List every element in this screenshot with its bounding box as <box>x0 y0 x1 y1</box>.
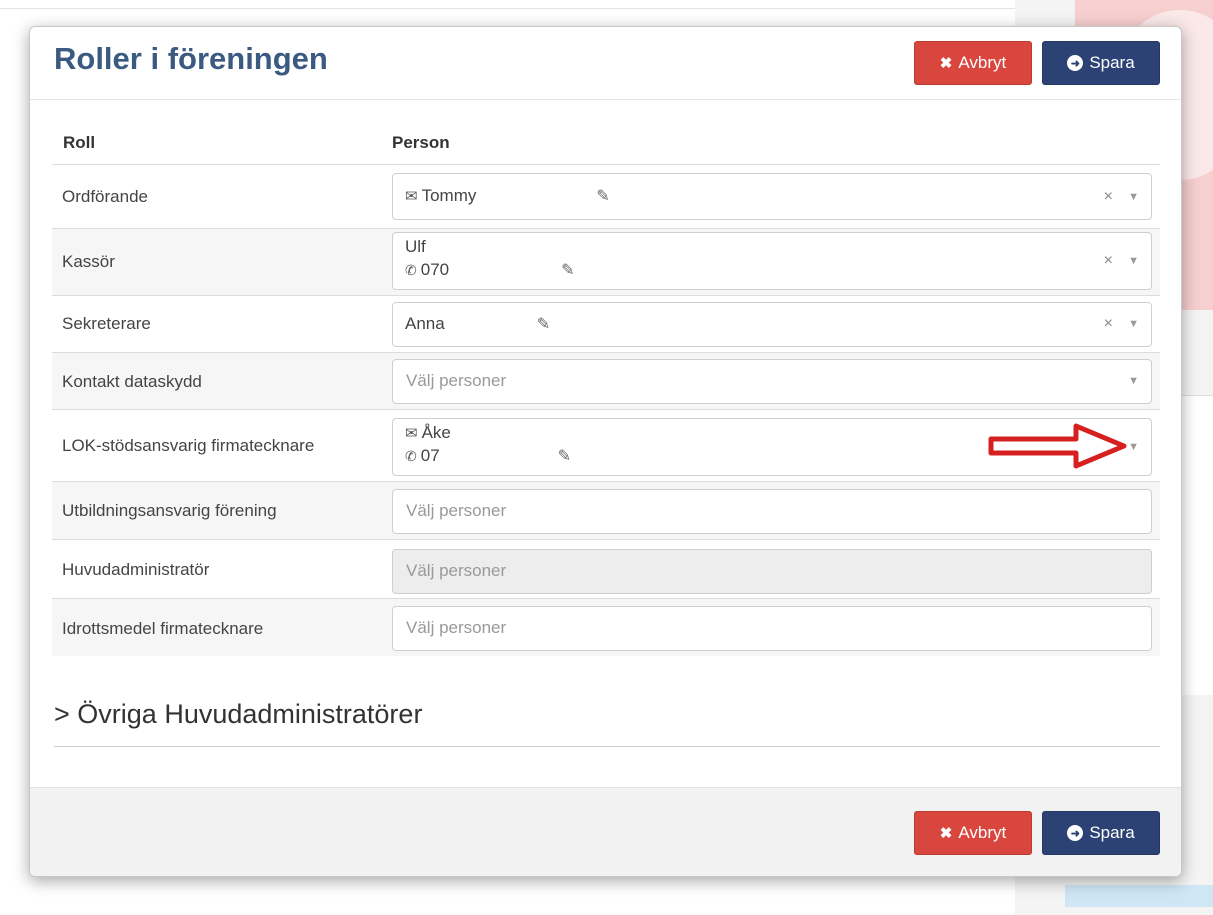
save-label: Spara <box>1089 53 1135 72</box>
phone-icon: ✆ <box>405 261 417 278</box>
phone-number: 07 <box>420 446 440 465</box>
close-icon: ✖ <box>939 55 953 72</box>
background-divider <box>0 8 1060 9</box>
person-chip: Anna ✎ <box>405 314 550 334</box>
person-phone: ✆ 070 ✎ <box>405 260 575 280</box>
edit-icon[interactable]: ✎ <box>596 186 609 206</box>
cancel-button-top[interactable]: ✖ Avbryt <box>914 41 1032 85</box>
edit-icon[interactable]: ✎ <box>537 314 550 334</box>
background-bar <box>1065 885 1213 907</box>
save-label: Spara <box>1089 823 1135 842</box>
person-name: Åke <box>421 423 451 442</box>
chevron-down-icon[interactable]: ▼ <box>1128 375 1139 387</box>
save-button-top[interactable]: ➜ Spara <box>1042 41 1160 85</box>
save-button-bottom[interactable]: ➜ Spara <box>1042 811 1160 855</box>
edit-icon[interactable]: ✎ <box>561 260 574 280</box>
chevron-right-icon: > <box>54 699 70 729</box>
role-row-idrottsmedel: Idrottsmedel firmatecknare Välj personer <box>52 598 1160 656</box>
role-label: Sekreterare <box>62 314 151 333</box>
role-label: Huvudadministratör <box>62 560 210 579</box>
arrow-right-circle-icon: ➜ <box>1067 825 1084 841</box>
person-select-ordforande[interactable]: ✉ Tommy ✎ × ▼ <box>392 173 1152 220</box>
select-placeholder: Välj personer <box>406 618 507 637</box>
column-header-role: Roll <box>63 133 96 152</box>
collapsible-section-header[interactable]: > Övriga Huvudadministratörer <box>54 699 422 730</box>
role-label: Ordförande <box>62 187 148 206</box>
annotation-arrow-icon <box>988 423 1127 469</box>
person-chip: ✉ Tommy ✎ <box>405 186 610 206</box>
person-name-line: ✉ Åke <box>405 423 451 443</box>
table-header: Roll Person <box>63 133 1153 163</box>
envelope-icon: ✉ <box>405 188 418 205</box>
phone-icon: ✆ <box>405 447 417 464</box>
person-select-sekreterare[interactable]: Anna ✎ × ▼ <box>392 302 1152 347</box>
role-label: Idrottsmedel firmatecknare <box>62 619 264 638</box>
phone-number: 070 <box>420 260 450 279</box>
cancel-button-bottom[interactable]: ✖ Avbryt <box>914 811 1032 855</box>
cancel-label: Avbryt <box>958 53 1007 72</box>
person-name: Ulf <box>405 237 426 256</box>
role-row-kassor: Kassör Ulf ✆ 070 ✎ × ▼ <box>52 228 1160 295</box>
role-row-huvudadministrator: Huvudadministratör Välj personer <box>52 539 1160 598</box>
chevron-down-icon[interactable]: ▼ <box>1128 318 1139 330</box>
envelope-icon: ✉ <box>405 425 418 442</box>
role-row-utbildningsansvarig: Utbildningsansvarig förening Välj person… <box>52 481 1160 539</box>
section-title: Övriga Huvudadministratörer <box>77 699 423 729</box>
chevron-down-icon[interactable]: ▼ <box>1128 255 1139 267</box>
select-placeholder: Välj personer <box>406 561 507 580</box>
person-phone: ✆ 07 ✎ <box>405 446 571 466</box>
arrow-right-circle-icon: ➜ <box>1067 55 1084 71</box>
modal-title: Roller i föreningen <box>54 41 328 76</box>
roles-modal: Roller i föreningen ✖ Avbryt ➜ Spara Rol… <box>29 26 1182 877</box>
person-name: Tommy <box>421 186 477 205</box>
modal-footer: ✖ Avbryt ➜ Spara <box>30 787 1181 876</box>
role-row-sekreterare: Sekreterare Anna ✎ × ▼ <box>52 295 1160 352</box>
role-row-kontakt-dataskydd: Kontakt dataskydd Välj personer ▼ <box>52 352 1160 409</box>
select-placeholder: Välj personer <box>406 501 507 520</box>
role-label: Utbildningsansvarig förening <box>62 501 277 520</box>
role-label: Kontakt dataskydd <box>62 372 202 391</box>
person-select-kassor[interactable]: Ulf ✆ 070 ✎ × ▼ <box>392 232 1152 290</box>
edit-icon[interactable]: ✎ <box>558 446 571 466</box>
person-select-idrottsmedel[interactable]: Välj personer <box>392 606 1152 651</box>
section-divider <box>54 746 1160 747</box>
clear-icon[interactable]: × <box>1104 252 1113 270</box>
clear-icon[interactable]: × <box>1104 315 1113 333</box>
modal-header: Roller i föreningen ✖ Avbryt ➜ Spara <box>30 27 1181 100</box>
chevron-down-icon[interactable]: ▼ <box>1128 191 1139 203</box>
role-row-ordforande: Ordförande ✉ Tommy ✎ × ▼ <box>52 164 1160 228</box>
close-icon: ✖ <box>939 825 953 842</box>
role-label: LOK-stödsansvarig firmatecknare <box>62 436 315 455</box>
cancel-label: Avbryt <box>958 823 1007 842</box>
role-label: Kassör <box>62 252 115 271</box>
person-name: Anna <box>405 314 445 333</box>
clear-icon[interactable]: × <box>1104 188 1113 206</box>
person-select-huvudadministrator: Välj personer <box>392 549 1152 594</box>
select-placeholder: Välj personer <box>406 371 507 390</box>
person-select-kontakt-dataskydd[interactable]: Välj personer ▼ <box>392 359 1152 404</box>
person-select-utbildningsansvarig[interactable]: Välj personer <box>392 489 1152 534</box>
column-header-person: Person <box>392 133 450 152</box>
